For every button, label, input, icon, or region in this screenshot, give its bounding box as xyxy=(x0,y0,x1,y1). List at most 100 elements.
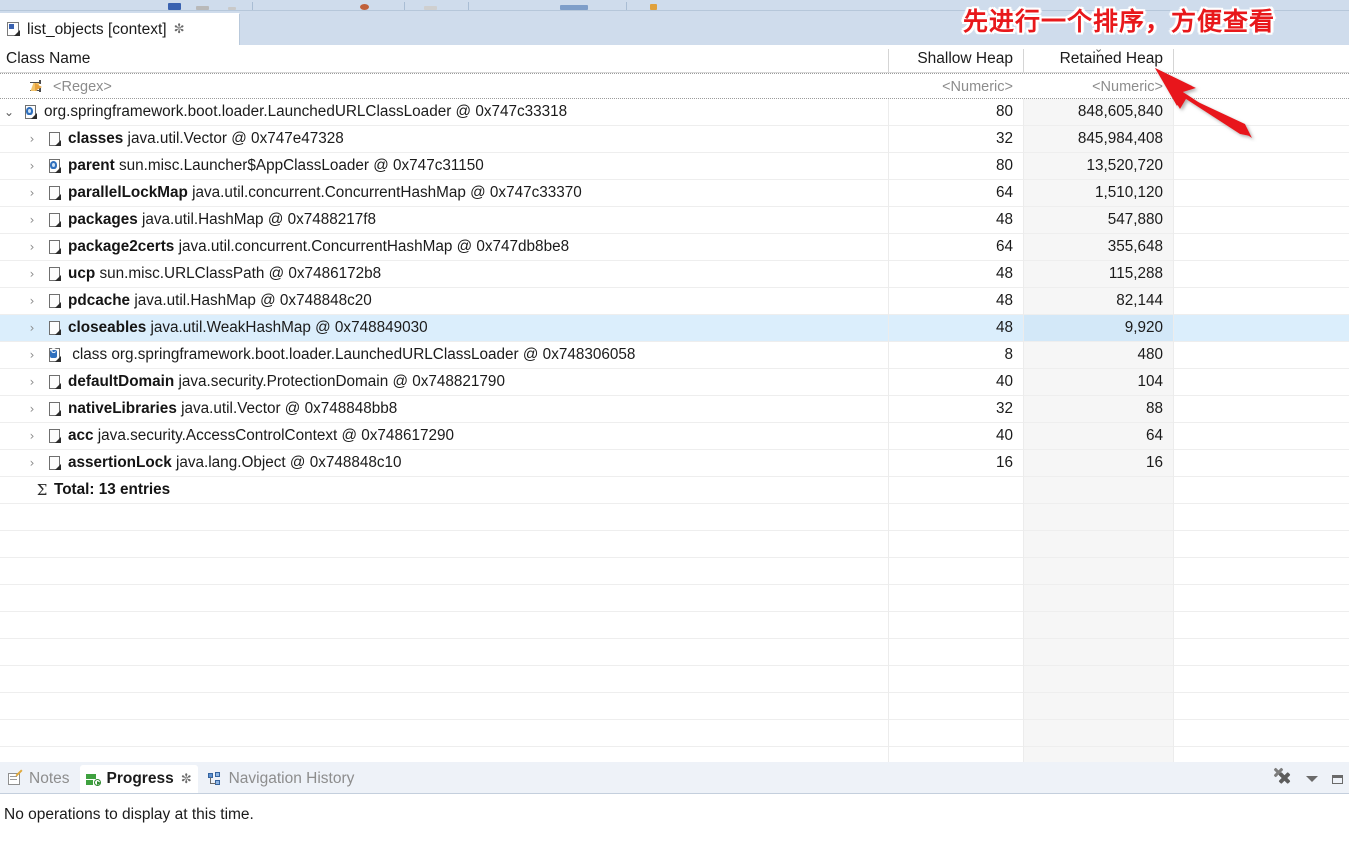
column-gridline xyxy=(1023,369,1024,396)
bottom-tab-progress[interactable]: Progress ✼ xyxy=(79,765,198,793)
table-filter-row[interactable]: <Regex> <Numeric> <Numeric> xyxy=(0,73,1349,99)
table-row[interactable]: 355,648 package2certs java.util.concurren… xyxy=(0,234,1349,261)
cell-retained-heap: 547,880 xyxy=(1023,207,1173,233)
toolbar-icon-run[interactable] xyxy=(360,4,369,10)
expand-arrow-right-icon[interactable]: › xyxy=(25,207,39,233)
expand-arrow-right-icon[interactable]: › xyxy=(25,234,39,260)
column-gridline xyxy=(888,180,889,207)
column-resize-handle[interactable] xyxy=(888,49,889,73)
cell-shallow-heap: 64 xyxy=(995,238,1013,255)
remove-all-icon[interactable] xyxy=(1272,767,1292,788)
cell-retained-heap: 1,510,120 xyxy=(1023,180,1173,206)
expand-arrow-right-icon[interactable]: › xyxy=(25,180,39,206)
cell-class-name: acc java.security.AccessControlContext @… xyxy=(0,423,888,449)
table-row[interactable]: 64 acc java.security.AccessControlContext… xyxy=(0,423,1349,450)
toolbar-separator xyxy=(404,2,405,10)
regex-filter-icon xyxy=(30,79,48,94)
navigation-icon xyxy=(207,771,224,787)
toolbar-icon-warning[interactable] xyxy=(650,4,657,10)
column-gridline xyxy=(1023,99,1024,126)
cell-empty xyxy=(1023,693,1173,719)
object-icon xyxy=(48,266,63,282)
field-name: parent xyxy=(68,157,115,174)
column-header-shallow_heap[interactable]: Shallow Heap xyxy=(888,45,1023,73)
table-row[interactable]: 82,144 pdcache java.util.HashMap @ 0x7488… xyxy=(0,288,1349,315)
table-row[interactable]: 16 assertionLock java.lang.Object @ 0x748… xyxy=(0,450,1349,477)
maximize-icon[interactable] xyxy=(1332,774,1343,784)
field-name: nativeLibraries xyxy=(68,400,177,417)
column-gridline xyxy=(1173,558,1174,585)
column-gridline xyxy=(1023,693,1024,720)
table-total-row: Σ Total: 13 entries xyxy=(0,477,1349,504)
table-row[interactable]: 1,510,120 parallelLockMap java.util.concu… xyxy=(0,180,1349,207)
expand-arrow-right-icon[interactable]: › xyxy=(25,126,39,152)
toolbar-icon-back[interactable] xyxy=(424,6,437,10)
cell-empty xyxy=(1023,612,1173,638)
cell-shallow-heap: 16 xyxy=(995,454,1013,471)
object-type: java.util.concurrent.ConcurrentHashMap @… xyxy=(178,238,570,255)
bottom-tab-label: Navigation History xyxy=(228,770,355,787)
cell-retained-heap: 104 xyxy=(1023,369,1173,395)
table-row[interactable]: 104 defaultDomain java.security.Protectio… xyxy=(0,369,1349,396)
view-menu-icon[interactable] xyxy=(1306,776,1318,782)
table-row[interactable]: 480 class org.springframework.boot.loade… xyxy=(0,342,1349,369)
column-gridline xyxy=(888,288,889,315)
expand-arrow-right-icon[interactable]: › xyxy=(25,396,39,422)
bottom-tab-navigation-history[interactable]: Navigation History xyxy=(202,765,361,793)
object-icon xyxy=(48,293,63,309)
column-header-class_name[interactable]: Class Name xyxy=(0,45,888,73)
table-row[interactable]: 115,288 ucp sun.misc.URLClassPath @ 0x748… xyxy=(0,261,1349,288)
table-empty-row xyxy=(0,585,1349,612)
cell-shallow-heap: 48 xyxy=(995,211,1013,228)
column-gridline xyxy=(1173,720,1174,747)
column-gridline xyxy=(888,315,889,342)
object-type: org.springframework.boot.loader.Launched… xyxy=(44,103,568,120)
expand-arrow-right-icon[interactable]: › xyxy=(25,315,39,341)
column-gridline xyxy=(888,234,889,261)
toolbar-icon-save[interactable] xyxy=(196,6,209,10)
table-row[interactable]: 9,920 closeables java.util.WeakHashMap @ … xyxy=(0,315,1349,342)
column-gridline xyxy=(1023,504,1024,531)
toolbar-icon-open[interactable] xyxy=(168,3,181,10)
close-icon[interactable]: ✼ xyxy=(181,773,192,786)
table-row[interactable]: 547,880 packages java.util.HashMap @ 0x74… xyxy=(0,207,1349,234)
expand-arrow-right-icon[interactable]: › xyxy=(25,261,39,287)
cell-class-name: defaultDomain java.security.ProtectionDo… xyxy=(0,369,888,395)
cell-empty xyxy=(1023,585,1173,611)
expand-arrow-right-icon[interactable]: › xyxy=(25,342,39,368)
close-icon[interactable]: ✼ xyxy=(174,23,185,36)
column-gridline xyxy=(1173,450,1174,477)
column-gridline xyxy=(888,504,889,531)
column-gridline xyxy=(1023,342,1024,369)
filter-input-class_name[interactable]: <Regex> xyxy=(0,74,888,99)
table-row[interactable]: 13,520,720 parent sun.misc.Launcher$AppCl… xyxy=(0,153,1349,180)
toolbar-icon-query[interactable] xyxy=(560,5,588,10)
cell-class-name: classes java.util.Vector @ 0x747e47328 xyxy=(0,126,888,152)
toolbar-separator xyxy=(468,2,469,10)
table-row[interactable]: 848,605,840 org.springframework.boot.load… xyxy=(0,99,1349,126)
cell-empty xyxy=(1023,558,1173,584)
filter-input-shallow_heap[interactable]: <Numeric> xyxy=(888,74,1023,99)
expand-arrow-down-icon[interactable]: ⌄ xyxy=(2,99,16,125)
bottom-tab-notes[interactable]: Notes xyxy=(2,765,76,793)
expand-arrow-right-icon[interactable]: › xyxy=(25,369,39,395)
bottom-tab-label: Notes xyxy=(29,770,70,787)
bottom-tab-label: Progress xyxy=(106,770,174,787)
table-row[interactable]: 845,984,408 classes java.util.Vector @ 0x… xyxy=(0,126,1349,153)
object-icon xyxy=(48,320,63,336)
sigma-icon: Σ xyxy=(36,481,48,499)
table-row[interactable]: 88 nativeLibraries java.util.Vector @ 0x7… xyxy=(0,396,1349,423)
expand-arrow-right-icon[interactable]: › xyxy=(25,450,39,476)
editor-tab-list-objects[interactable]: list_objects [context] ✼ xyxy=(0,13,240,45)
column-gridline xyxy=(1173,423,1174,450)
cell-class-name: packages java.util.HashMap @ 0x7488217f8 xyxy=(0,207,888,233)
expand-arrow-right-icon[interactable]: › xyxy=(25,153,39,179)
column-gridline xyxy=(1023,477,1024,504)
object-icon xyxy=(48,185,63,201)
column-resize-handle[interactable] xyxy=(1023,49,1024,73)
expand-arrow-right-icon[interactable]: › xyxy=(25,288,39,314)
heap-dump-icon xyxy=(7,22,21,37)
expand-arrow-right-icon[interactable]: › xyxy=(25,423,39,449)
toolbar-icon-print[interactable] xyxy=(228,7,236,10)
cell-shallow-heap: 32 xyxy=(995,400,1013,417)
